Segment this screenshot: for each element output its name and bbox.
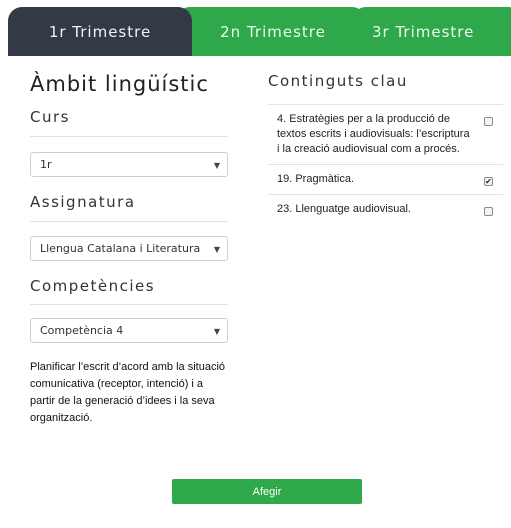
subject-select[interactable]: Llengua Catalana i Literatura ▼ — [30, 236, 228, 261]
page-title: Àmbit lingüístic — [30, 72, 209, 96]
left-panel: Àmbit lingüístic Curs 1r ▼ Assignatura L… — [30, 72, 228, 427]
add-button[interactable]: Afegir — [172, 479, 362, 504]
tab-label: 3r Trimestre — [372, 22, 475, 41]
divider — [30, 304, 228, 305]
chevron-down-icon: ▼ — [213, 245, 220, 254]
list-item: 19. Pragmàtica. ✔ — [268, 164, 503, 194]
checkbox-checked[interactable]: ✔ — [484, 177, 493, 186]
tab-label: 2n Trimestre — [220, 22, 326, 41]
key-contents-list: 4. Estratègies per a la producció de tex… — [268, 104, 503, 224]
competences-label: Competències — [30, 277, 156, 295]
course-label: Curs — [30, 108, 70, 126]
key-contents-panel: Continguts clau 4. Estratègies per a la … — [268, 72, 503, 224]
subject-label: Assignatura — [30, 193, 136, 211]
competence-select[interactable]: Competència 4 ▼ — [30, 318, 228, 343]
list-item: 23. Llenguatge audiovisual. — [268, 194, 503, 224]
add-button-label: Afegir — [252, 485, 282, 498]
course-select-value: 1r — [40, 158, 52, 171]
checkbox-unchecked[interactable] — [484, 117, 493, 126]
trimester-tabs: 1r Trimestre 2n Trimestre 3r Trimestre — [0, 0, 511, 56]
list-item-text: 19. Pragmàtica. — [277, 173, 355, 185]
divider — [30, 221, 228, 222]
chevron-down-icon: ▼ — [213, 327, 220, 336]
competence-description: Planificar l’escrit d’acord amb la situa… — [30, 361, 226, 424]
tab-1r-trimestre[interactable]: 1r Trimestre — [8, 7, 192, 56]
tab-2n-trimestre[interactable]: 2n Trimestre — [176, 7, 366, 56]
chevron-down-icon: ▼ — [213, 161, 220, 170]
key-contents-title: Continguts clau — [268, 72, 408, 90]
tab-3r-trimestre[interactable]: 3r Trimestre — [352, 7, 511, 56]
subject-select-value: Llengua Catalana i Literatura — [40, 242, 201, 255]
checkbox-unchecked[interactable] — [484, 207, 493, 216]
competence-select-value: Competència 4 — [40, 324, 124, 337]
list-item-text: 4. Estratègies per a la producció de tex… — [277, 113, 470, 155]
list-item-text: 23. Llenguatge audiovisual. — [277, 203, 411, 215]
divider — [30, 136, 228, 137]
list-item: 4. Estratègies per a la producció de tex… — [268, 104, 503, 164]
check-icon: ✔ — [485, 176, 492, 186]
tab-label: 1r Trimestre — [48, 22, 152, 41]
course-select[interactable]: 1r ▼ — [30, 152, 228, 177]
